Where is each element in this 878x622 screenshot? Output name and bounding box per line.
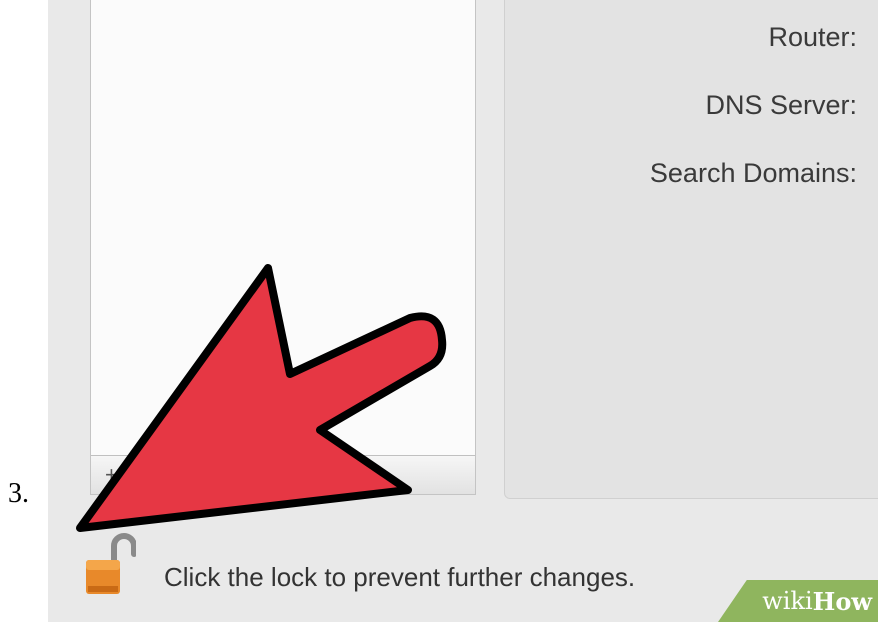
red-arrow-pointer-icon bbox=[76, 264, 447, 532]
